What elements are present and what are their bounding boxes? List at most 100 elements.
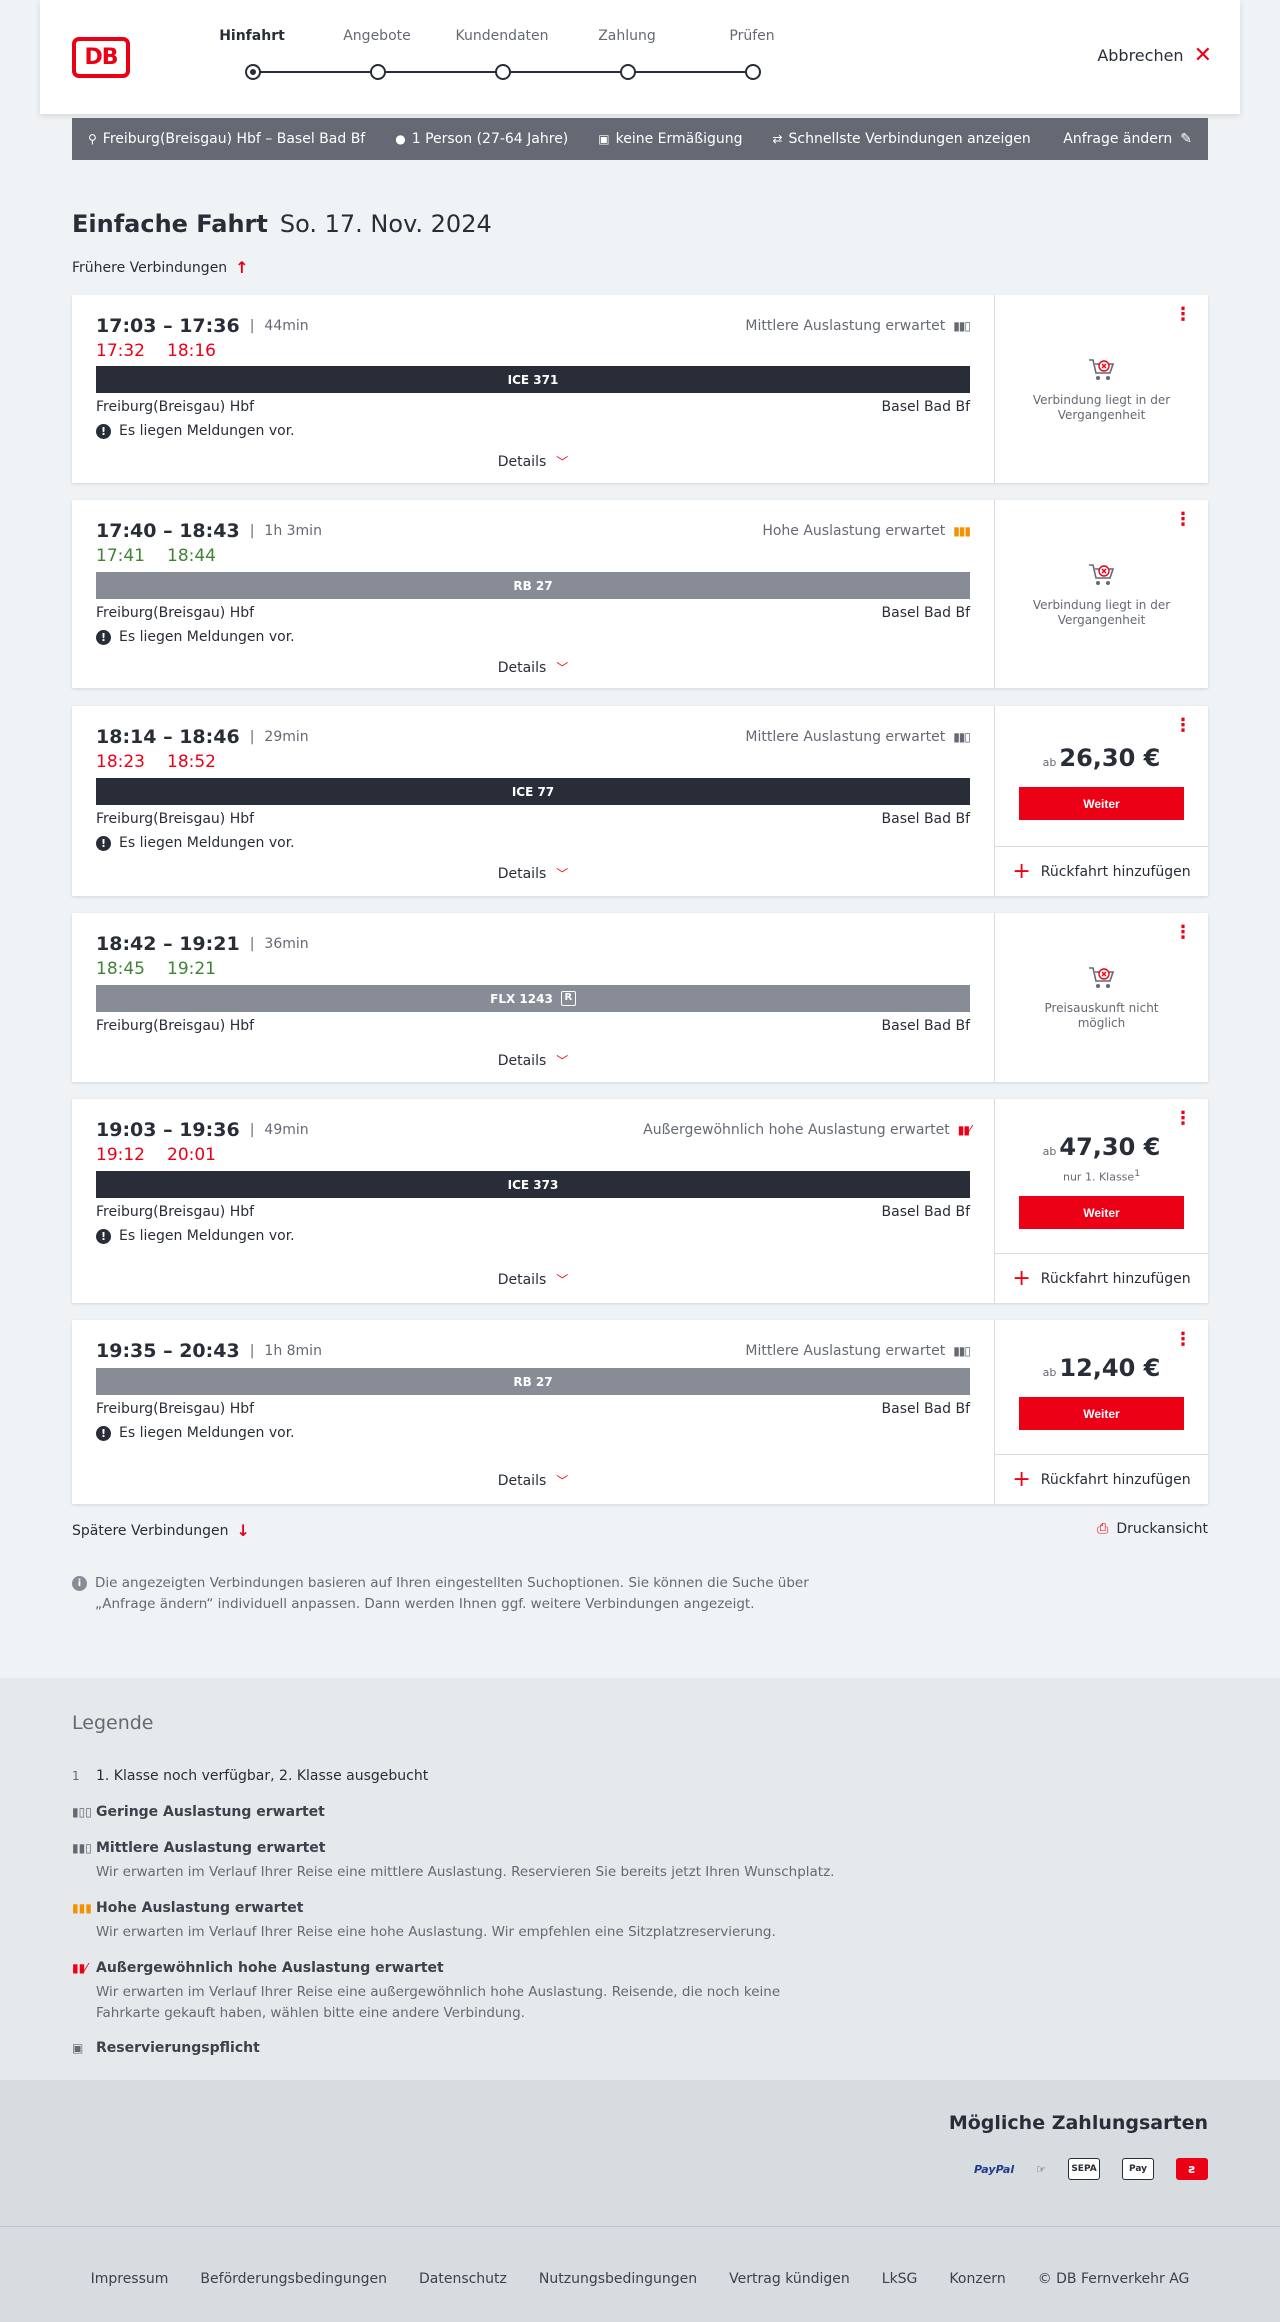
message-text: Es liegen Meldungen vor.: [119, 423, 295, 439]
more-options-icon[interactable]: ⋮: [1174, 306, 1192, 324]
message-notice: ! Es liegen Meldungen vor.: [96, 835, 295, 851]
destination-station: Basel Bad Bf: [881, 399, 970, 415]
footer-link-impressum[interactable]: Impressum: [91, 2271, 169, 2287]
print-view-link[interactable]: ⎙ Druckansicht: [1097, 1521, 1208, 1537]
details-toggle[interactable]: Details ﹀: [72, 659, 994, 676]
swap-arrows-icon: ⇄: [772, 132, 783, 146]
footer-link-lksg[interactable]: LkSG: [882, 2271, 918, 2287]
origin-station: Freiburg(Breisgau) Hbf: [96, 1401, 255, 1417]
chevron-down-icon: ﹀: [556, 1474, 569, 1488]
step-dot: [370, 64, 386, 80]
train-name: FLX 1243: [490, 991, 553, 1006]
realtime-departure: 17:41: [96, 546, 145, 566]
db-logo-text: DB: [84, 45, 118, 70]
legend-title: Legende: [72, 1712, 154, 1734]
connection-card: 17:40 – 18:43 | 1h 3min 17:41 18:44 Hohe Au…: [72, 500, 1208, 688]
db-logo[interactable]: DB: [72, 37, 130, 78]
train-bar[interactable]: ICE 371: [96, 366, 970, 393]
alert-icon: !: [96, 423, 111, 439]
unavailable-text: Verbindung liegt in der Vergangenheit: [1032, 598, 1171, 627]
more-options-icon[interactable]: ⋮: [1174, 717, 1192, 735]
payment-methods: Mögliche Zahlungsarten PayPal ☞ SEPA Pay…: [0, 2080, 1280, 2226]
add-return-trip-button[interactable]: + Rückfahrt hinzufügen: [995, 1253, 1208, 1303]
train-bar[interactable]: ICE 77: [96, 778, 970, 805]
legend-extreme-load: ▮▮⁄ Außergewöhnlich hohe Auslastung erwar…: [72, 1960, 836, 2024]
medium-load-icon: ▮▮▯: [953, 1344, 971, 1358]
add-return-trip-button[interactable]: + Rückfahrt hinzufügen: [995, 846, 1208, 896]
query-discount-text: keine Ermäßigung: [615, 131, 743, 147]
plus-icon: +: [1012, 1265, 1031, 1291]
train-bar[interactable]: FLX 1243 R: [96, 985, 970, 1012]
connection-main: 19:35 – 20:43 | 1h 8min Mittlere Auslastun…: [72, 1320, 994, 1504]
continue-button[interactable]: Weiter: [1019, 787, 1184, 820]
connection-times: 19:35 – 20:43 | 1h 8min: [96, 1340, 322, 1362]
details-toggle[interactable]: Details ﹀: [72, 1271, 994, 1288]
location-pin-icon: ⚲: [88, 132, 97, 146]
origin-station: Freiburg(Breisgau) Hbf: [96, 1204, 255, 1220]
details-toggle[interactable]: Details ﹀: [72, 1472, 994, 1489]
medium-load-icon: ▮▮▯: [72, 1841, 92, 1855]
sepa-icon: SEPA: [1068, 2158, 1100, 2180]
trip-type: Einfache Fahrt: [72, 210, 268, 238]
planned-times: 19:03 – 19:36: [96, 1119, 240, 1141]
query-route: ⚲ Freiburg(Breisgau) Hbf – Basel Bad Bf: [88, 131, 365, 147]
separator: |: [249, 729, 255, 745]
footer-link-cancel-contract[interactable]: Vertrag kündigen: [729, 2271, 850, 2287]
continue-button[interactable]: Weiter: [1019, 1196, 1184, 1229]
more-options-icon[interactable]: ⋮: [1174, 1110, 1192, 1128]
train-bar[interactable]: RB 27: [96, 572, 970, 599]
later-connections-link[interactable]: Spätere Verbindungen ↓: [72, 1521, 250, 1540]
connection-offer: ⋮ ab 12,40 € Weiter + Rückfahrt hinzufügen: [994, 1320, 1208, 1504]
footer-link-conditions[interactable]: Beförderungsbedingungen: [200, 2271, 387, 2287]
planned-times: 19:35 – 20:43: [96, 1340, 240, 1362]
more-options-icon[interactable]: ⋮: [1174, 511, 1192, 529]
extreme-load-icon: ▮▮⁄: [957, 1123, 971, 1137]
footnote-marker[interactable]: 1: [1134, 1168, 1140, 1179]
duration: 29min: [264, 729, 309, 745]
chevron-down-icon: ﹀: [556, 1054, 569, 1068]
legend-high-desc: Wir erwarten im Verlauf Ihrer Reise eine…: [96, 1924, 776, 1940]
train-name: ICE 373: [507, 1177, 559, 1192]
price: ab 12,40 €: [995, 1354, 1208, 1382]
connection-main: 19:03 – 19:36 | 49min 19:12 20:01 Außergewö…: [72, 1099, 994, 1303]
realtime-times: 18:23 18:52: [96, 752, 216, 772]
separator: |: [249, 318, 255, 334]
continue-button[interactable]: Weiter: [1019, 1397, 1184, 1430]
details-toggle[interactable]: Details ﹀: [72, 865, 994, 882]
message-notice: ! Es liegen Meldungen vor.: [96, 629, 295, 645]
load-text: Außergewöhnlich hohe Auslastung erwartet: [643, 1122, 950, 1138]
progress-stepper: Hinfahrt Angebote Kundendaten Zahlung Pr…: [180, 28, 780, 88]
separator: |: [249, 523, 255, 539]
query-summary-bar: ⚲ Freiburg(Breisgau) Hbf – Basel Bad Bf ●…: [72, 118, 1208, 160]
step-label: Hinfahrt: [219, 28, 285, 44]
separator: |: [249, 1343, 255, 1359]
destination-station: Basel Bad Bf: [881, 1018, 970, 1034]
footer-link-konzern[interactable]: Konzern: [949, 2271, 1005, 2287]
realtime-departure: 19:12: [96, 1145, 145, 1165]
edit-query-button[interactable]: Anfrage ändern ✎: [1063, 131, 1192, 147]
train-bar[interactable]: RB 27: [96, 1368, 970, 1395]
train-bar[interactable]: ICE 373: [96, 1171, 970, 1198]
realtime-departure: 18:23: [96, 752, 145, 772]
details-toggle[interactable]: Details ﹀: [72, 1052, 994, 1069]
footer-link-privacy[interactable]: Datenschutz: [419, 2271, 507, 2287]
price-prefix: ab: [1042, 1366, 1057, 1379]
first-class-note: nur 1. Klasse1: [995, 1168, 1208, 1184]
footer-link-terms[interactable]: Nutzungsbedingungen: [539, 2271, 697, 2287]
earlier-connections-link[interactable]: Frühere Verbindungen ↑: [72, 258, 249, 277]
separator: |: [249, 936, 255, 952]
connection-main: 18:14 – 18:46 | 29min 18:23 18:52 Mittlere …: [72, 706, 994, 896]
more-options-icon[interactable]: ⋮: [1174, 924, 1192, 942]
cancel-button[interactable]: Abbrechen ✕: [1097, 44, 1212, 66]
realtime-arrival: 18:44: [167, 546, 216, 566]
realtime-times: 17:32 18:16: [96, 341, 216, 361]
more-options-icon[interactable]: ⋮: [1174, 1331, 1192, 1349]
first-class-marker: 1: [72, 1769, 80, 1783]
details-toggle[interactable]: Details ﹀: [72, 453, 994, 470]
person-icon: ●: [395, 132, 406, 146]
details-label: Details: [497, 453, 547, 470]
add-return-trip-button[interactable]: + Rückfahrt hinzufügen: [995, 1454, 1208, 1504]
origin-station: Freiburg(Breisgau) Hbf: [96, 605, 255, 621]
unavailable-text: Verbindung liegt in der Vergangenheit: [1032, 393, 1171, 422]
origin-station: Freiburg(Breisgau) Hbf: [96, 399, 255, 415]
